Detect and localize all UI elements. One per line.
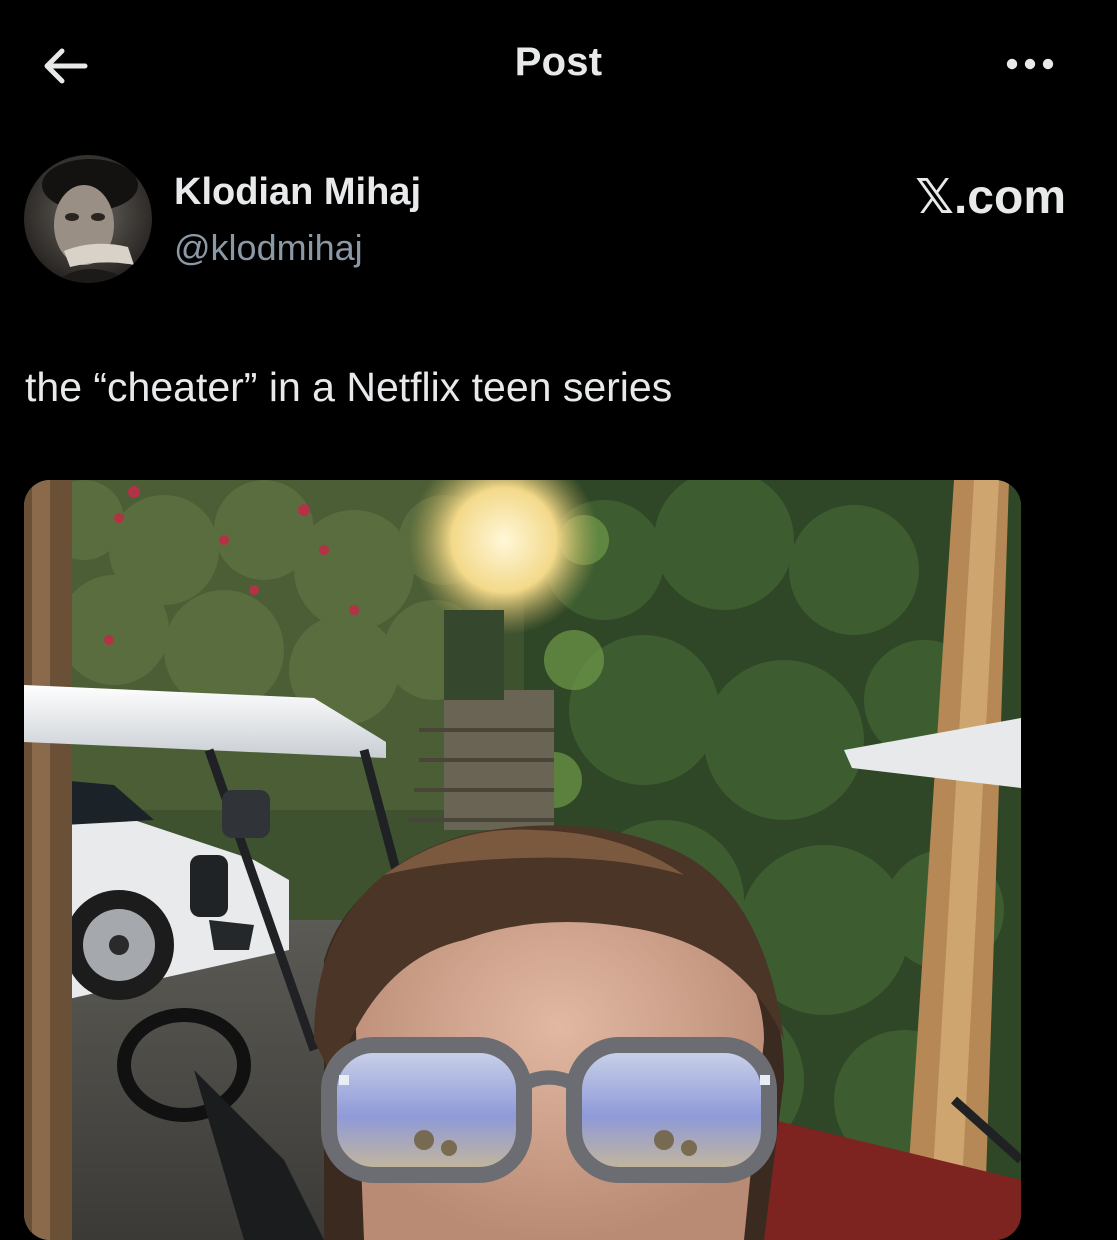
avatar[interactable] — [24, 155, 152, 283]
more-options-icon — [1006, 58, 1054, 70]
author-row: Klodian Mihaj @klodmihaj 𝕏.com — [24, 155, 1094, 285]
post-photo[interactable] — [24, 480, 1021, 1240]
author-handle: @klodmihaj — [174, 227, 363, 268]
page-title: Post — [514, 40, 603, 84]
post-header: Post — [0, 0, 1117, 130]
photo-image — [24, 480, 1021, 1240]
post-text: the “cheater” in a Netflix teen series — [25, 364, 673, 410]
xcom-watermark: 𝕏.com — [915, 171, 1066, 224]
more-options-button[interactable] — [1000, 50, 1060, 78]
author-name[interactable]: Klodian Mihaj — [174, 171, 421, 214]
